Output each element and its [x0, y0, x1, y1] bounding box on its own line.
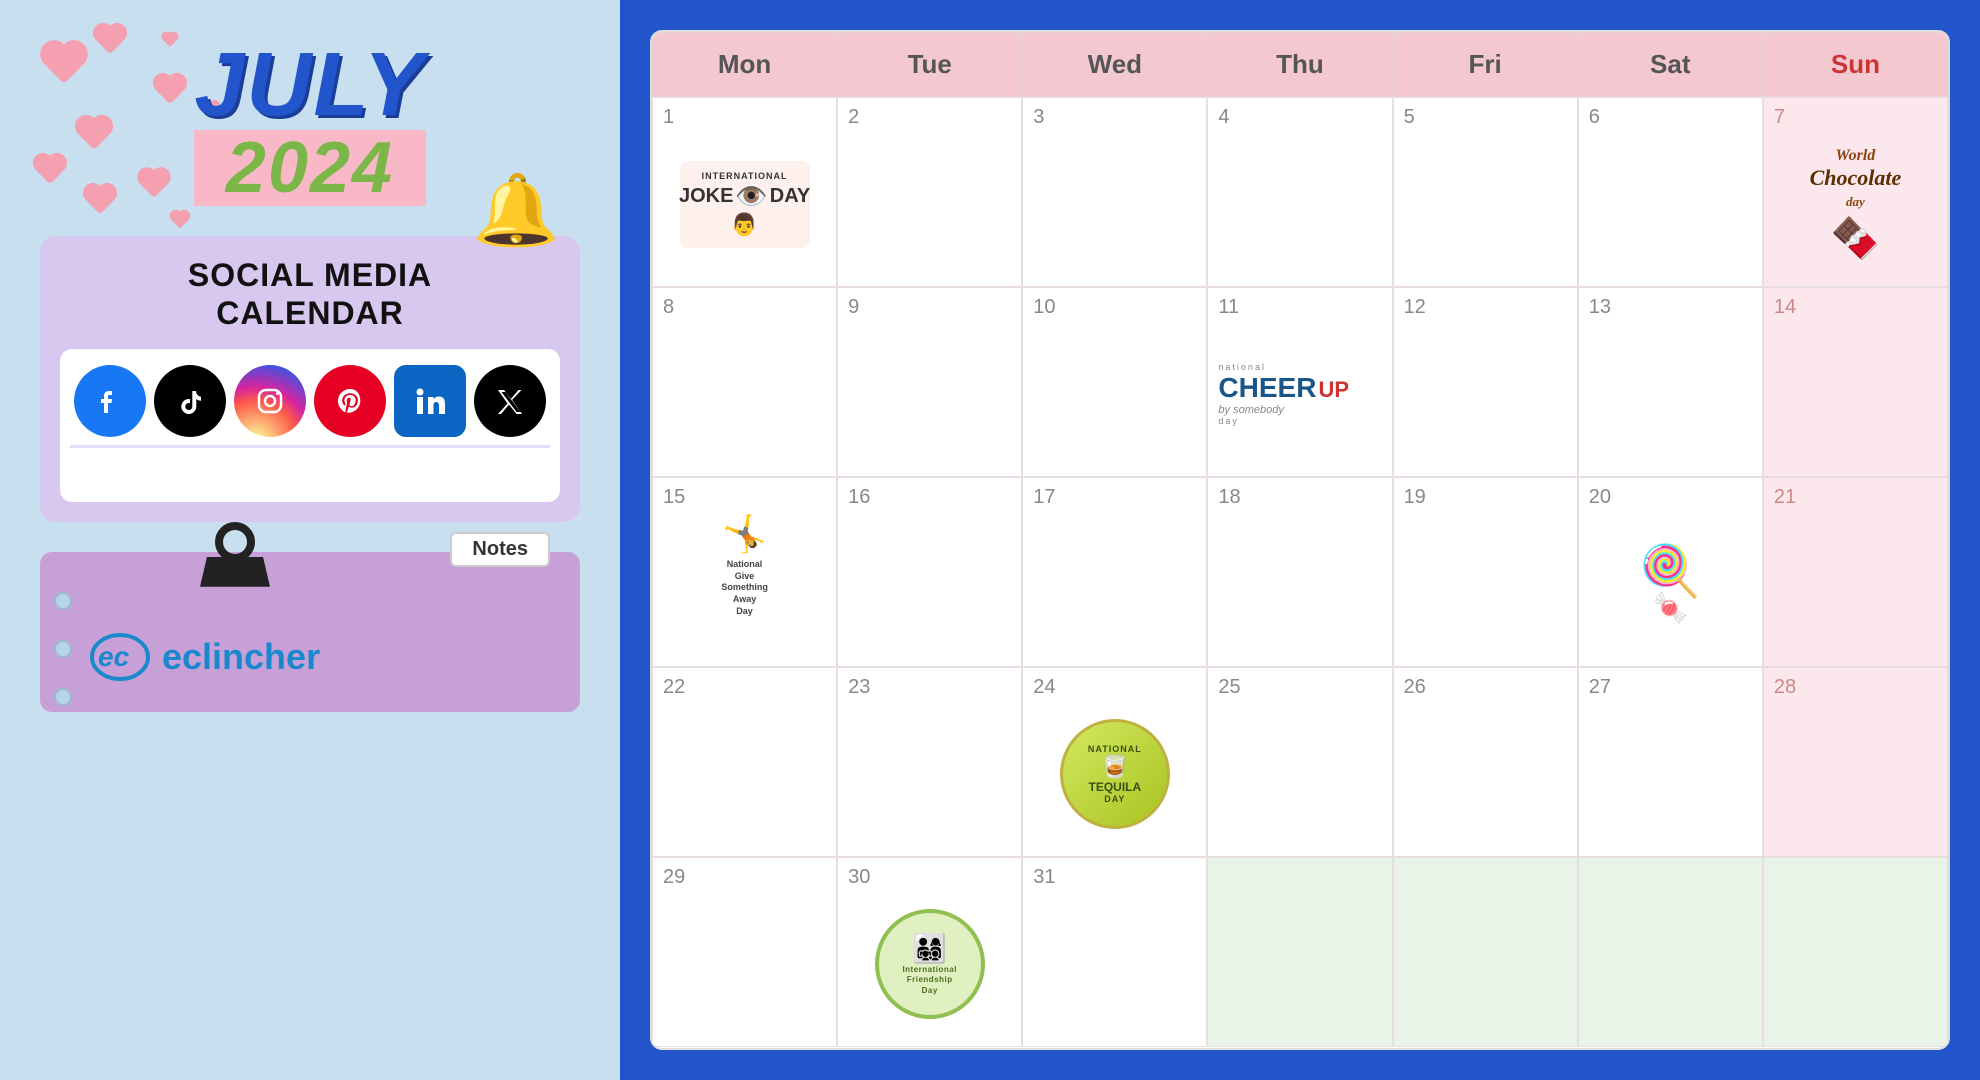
notes-holes: [54, 592, 72, 706]
friendship-day-badge: 👨‍👩‍👧‍👦 InternationalFriendshipDay: [875, 909, 985, 1019]
day-2[interactable]: 2: [837, 97, 1022, 287]
day-16[interactable]: 16: [837, 477, 1022, 667]
bell-icon: 🔔: [473, 170, 560, 252]
give-away-badge: 🤸 NationalGiveSomethingAwayDay: [721, 513, 768, 617]
day-30[interactable]: 30 👨‍👩‍👧‍👦 InternationalFriendshipDay: [837, 857, 1022, 1047]
day-6[interactable]: 6: [1578, 97, 1763, 287]
joke-day-badge: INTERNATIONAL JOKE 👁️ DAY 👨: [680, 161, 810, 248]
instagram-icon[interactable]: [234, 365, 306, 437]
day-12[interactable]: 12: [1393, 287, 1578, 477]
hole-2: [54, 640, 72, 658]
day-11[interactable]: 11 national CHEER UP by somebody day: [1207, 287, 1392, 477]
chocolate-day-badge: WorldChocolateday 🍫: [1810, 146, 1902, 262]
day-9[interactable]: 9: [837, 287, 1022, 477]
day-empty-4: [1763, 857, 1948, 1047]
eclincher-logo-icon: ec: [90, 632, 150, 682]
day-8[interactable]: 8: [652, 287, 837, 477]
day-23[interactable]: 23: [837, 667, 1022, 857]
header-wed: Wed: [1022, 32, 1207, 97]
day-27[interactable]: 27: [1578, 667, 1763, 857]
hole-3: [54, 688, 72, 706]
day-31[interactable]: 31: [1022, 857, 1207, 1047]
day-empty-3: [1578, 857, 1763, 1047]
day-1[interactable]: 1 INTERNATIONAL JOKE 👁️ DAY 👨: [652, 97, 837, 287]
day-28[interactable]: 28: [1763, 667, 1948, 857]
eclincher-area: ec eclincher: [90, 632, 560, 682]
header-sat: Sat: [1578, 32, 1763, 97]
month-title: JULY: [194, 40, 425, 130]
decorative-hearts: [20, 20, 220, 240]
day-19[interactable]: 19: [1393, 477, 1578, 667]
lollipop-badge: 🍭 🍬: [1639, 542, 1701, 626]
day-20[interactable]: 20 🍭 🍬: [1578, 477, 1763, 667]
day-empty-2: [1393, 857, 1578, 1047]
social-icons-wrapper: [60, 349, 560, 502]
social-card-title: SOCIAL MEDIACALENDAR: [60, 256, 560, 333]
cheer-up-badge: national CHEER UP by somebody day: [1218, 362, 1381, 426]
social-divider: [70, 445, 550, 448]
day-3[interactable]: 3: [1022, 97, 1207, 287]
header-fri: Fri: [1393, 32, 1578, 97]
header-mon: Mon: [652, 32, 837, 97]
header-tue: Tue: [837, 32, 1022, 97]
brand-name: eclincher: [162, 636, 320, 678]
calendar-header: Mon Tue Wed Thu Fri Sat Sun: [652, 32, 1948, 97]
notes-section: Notes ec eclincher: [40, 552, 580, 712]
day-17[interactable]: 17: [1022, 477, 1207, 667]
notes-label: Notes: [450, 532, 550, 567]
header-thu: Thu: [1207, 32, 1392, 97]
right-panel: Mon Tue Wed Thu Fri Sat Sun 1 INTERNATIO…: [620, 0, 1980, 1080]
day-empty-1: [1207, 857, 1392, 1047]
twitter-x-icon[interactable]: [474, 365, 546, 437]
day-13[interactable]: 13: [1578, 287, 1763, 477]
notes-body: ec eclincher: [40, 552, 580, 712]
day-18[interactable]: 18: [1207, 477, 1392, 667]
title-area: JULY 2024: [194, 40, 425, 206]
svg-text:ec: ec: [98, 641, 130, 672]
year-title: 2024: [194, 130, 425, 206]
day-14[interactable]: 14: [1763, 287, 1948, 477]
tiktok-icon[interactable]: [154, 365, 226, 437]
social-media-card: SOCIAL MEDIACALENDAR: [40, 236, 580, 522]
facebook-icon[interactable]: [74, 365, 146, 437]
day-4[interactable]: 4: [1207, 97, 1392, 287]
calendar-container: Mon Tue Wed Thu Fri Sat Sun 1 INTERNATIO…: [650, 30, 1950, 1050]
linkedin-icon[interactable]: [394, 365, 466, 437]
pinterest-icon[interactable]: [314, 365, 386, 437]
social-icons-row: [70, 365, 550, 437]
day-24[interactable]: 24 NATIONAL 🥃 TEQUILA DAY: [1022, 667, 1207, 857]
day-5[interactable]: 5: [1393, 97, 1578, 287]
header-sun: Sun: [1763, 32, 1948, 97]
hole-1: [54, 592, 72, 610]
day-10[interactable]: 10: [1022, 287, 1207, 477]
day-7[interactable]: 7 WorldChocolateday 🍫: [1763, 97, 1948, 287]
binder-clip: [200, 522, 270, 592]
day-29[interactable]: 29: [652, 857, 837, 1047]
tequila-day-badge: NATIONAL 🥃 TEQUILA DAY: [1060, 719, 1170, 829]
day-26[interactable]: 26: [1393, 667, 1578, 857]
day-25[interactable]: 25: [1207, 667, 1392, 857]
day-21[interactable]: 21: [1763, 477, 1948, 667]
day-15[interactable]: 15 🤸 NationalGiveSomethingAwayDay: [652, 477, 837, 667]
left-panel: JULY 2024 🔔 SOCIAL MEDIACALENDAR: [0, 0, 620, 1080]
calendar-grid: 1 INTERNATIONAL JOKE 👁️ DAY 👨 2: [652, 97, 1948, 1047]
day-22[interactable]: 22: [652, 667, 837, 857]
